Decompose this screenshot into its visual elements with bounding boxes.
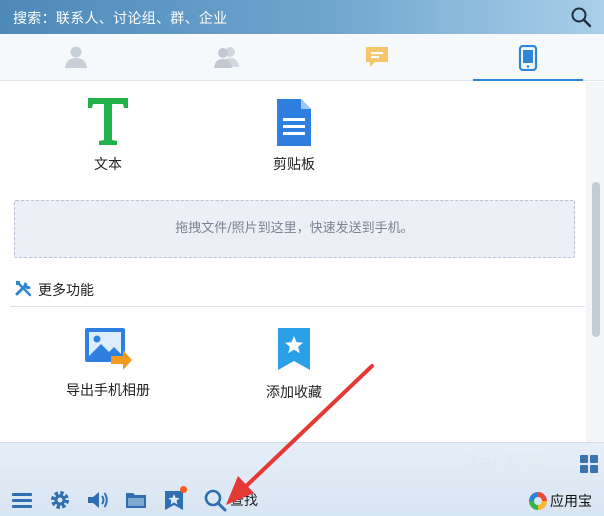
folder-icon[interactable] [124, 488, 148, 512]
active-tab-indicator [473, 79, 583, 81]
more-functions-title: 更多功能 [38, 283, 94, 299]
app-export-album[interactable]: 导出手机相册 [58, 326, 158, 402]
bookmark-star-icon [278, 328, 310, 370]
app-clipboard[interactable]: 剪贴板 [244, 98, 344, 176]
section-divider [10, 306, 585, 307]
bottom-toolbar: 查找 应用宝 [0, 442, 604, 516]
person-icon [65, 46, 87, 68]
text-t-icon [88, 98, 128, 145]
phone-icon [518, 45, 538, 71]
app-text-label: 文本 [94, 157, 122, 173]
find-search-icon[interactable] [203, 488, 227, 512]
scroll-thumb[interactable] [592, 182, 600, 337]
appstore-label: 应用宝 [550, 494, 592, 510]
scrollbar[interactable] [586, 82, 604, 442]
tab-contacts[interactable] [21, 34, 131, 80]
document-icon [277, 99, 311, 146]
search-icon[interactable] [570, 6, 592, 28]
app-add-favorite[interactable]: 添加收藏 [244, 326, 344, 402]
tools-icon [15, 281, 32, 297]
file-drop-zone[interactable]: 拖拽文件/照片到这里，快速发送到手机。 [14, 200, 575, 258]
photo-export-icon [85, 328, 132, 370]
grid-icon[interactable] [579, 454, 599, 474]
drop-zone-hint: 拖拽文件/照片到这里，快速发送到手机。 [175, 221, 414, 236]
tab-groups[interactable] [172, 34, 282, 80]
app-export-album-label: 导出手机相册 [66, 383, 150, 399]
app-clipboard-label: 剪贴板 [273, 157, 315, 173]
notification-dot [180, 486, 187, 493]
search-placeholder: 搜索：联系人、讨论组、群、企业 [13, 11, 228, 27]
appstore-icon [529, 492, 547, 510]
tab-device[interactable] [473, 34, 583, 81]
find-label[interactable]: 查找 [230, 490, 258, 510]
tab-conversations[interactable] [322, 34, 432, 80]
app-text[interactable]: 文本 [58, 96, 158, 176]
gear-icon[interactable] [48, 488, 72, 512]
window: 搜索：联系人、讨论组、群、企业 文本 剪贴板 拖拽文件/照片到这里，快速发送到手… [0, 0, 604, 516]
people-icon [214, 47, 239, 68]
speaker-icon[interactable] [86, 488, 110, 512]
message-icon [366, 47, 388, 67]
tab-bar [0, 34, 604, 81]
app-add-favorite-label: 添加收藏 [266, 385, 322, 401]
menu-icon[interactable] [10, 488, 34, 512]
search-bar[interactable]: 搜索：联系人、讨论组、群、企业 [0, 0, 604, 34]
